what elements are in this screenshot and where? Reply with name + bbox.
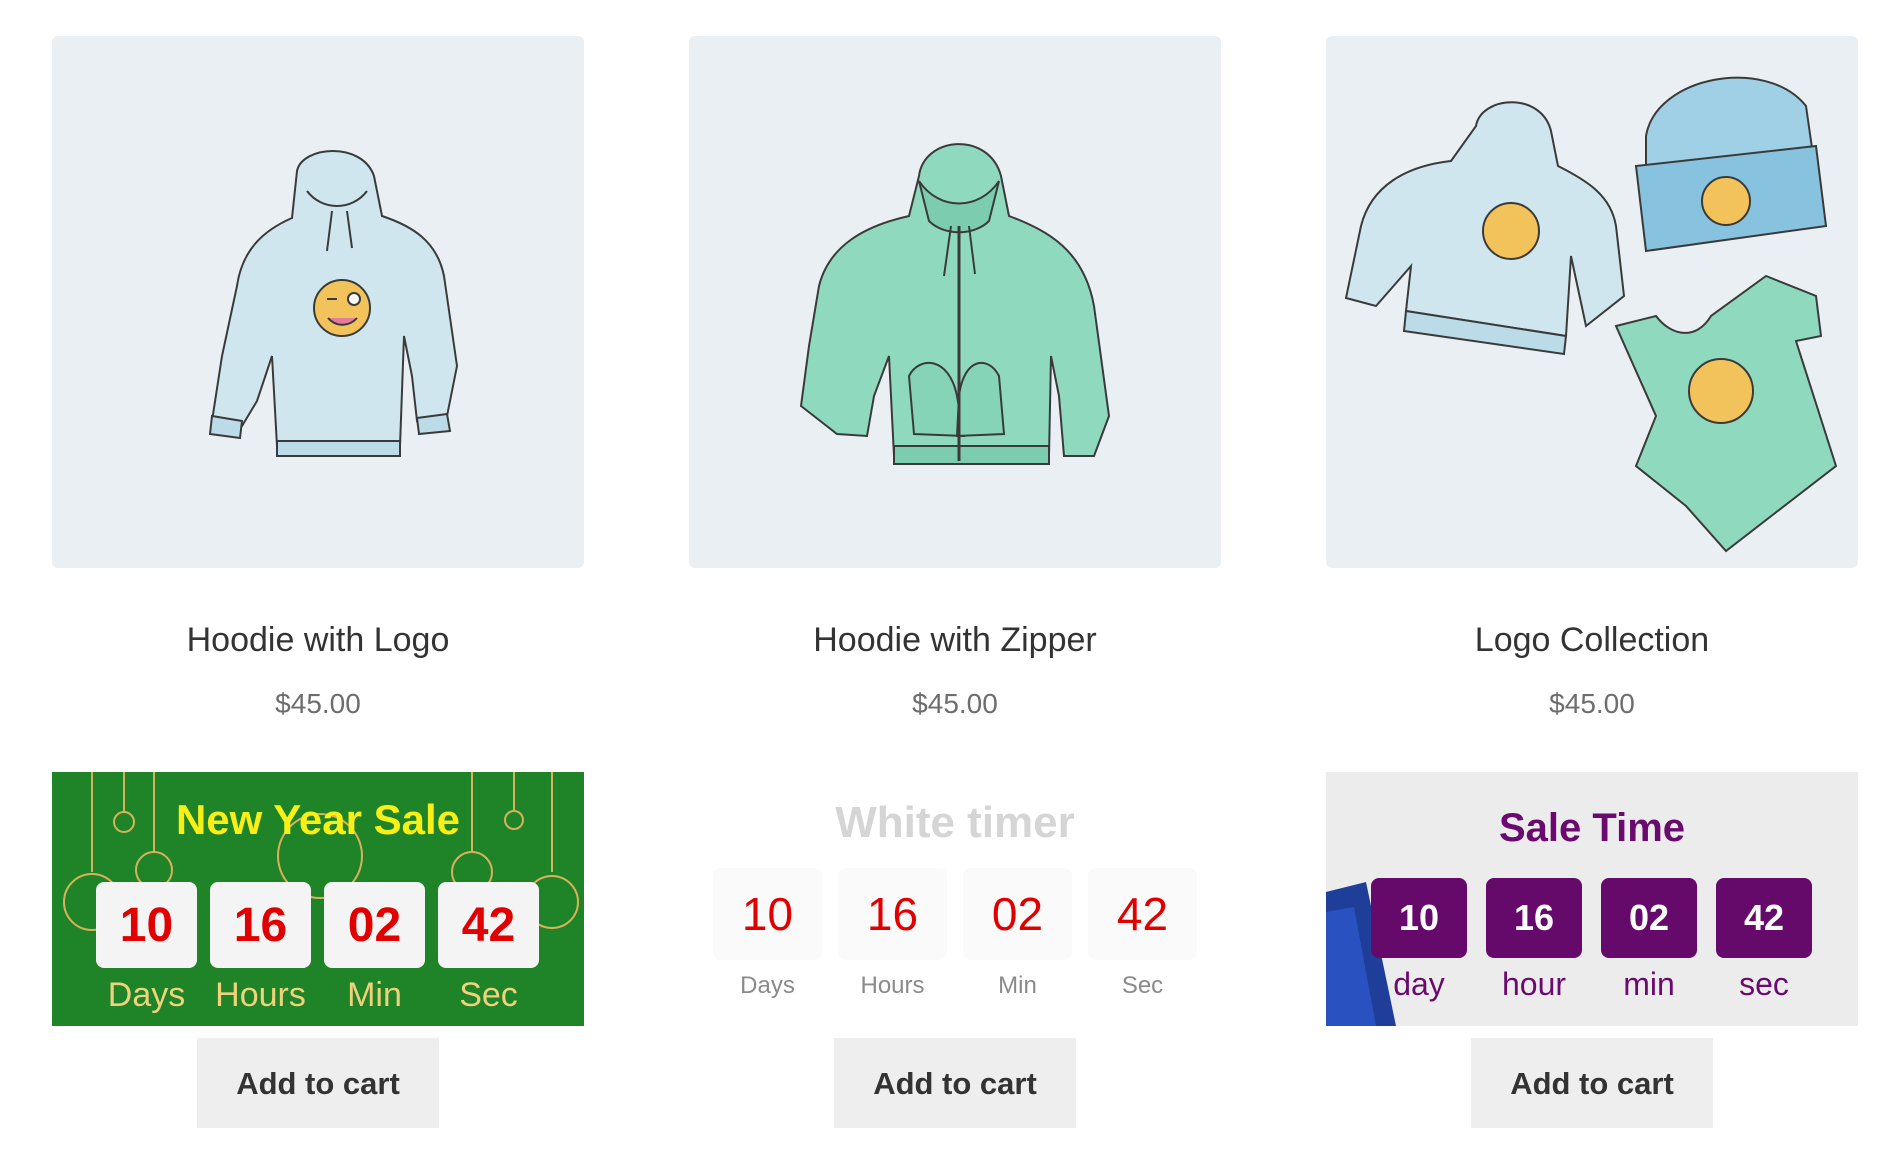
- timer-seconds-label: Sec: [1121, 972, 1164, 999]
- timer-minutes-value: 02: [1601, 878, 1697, 958]
- timer-hours-label: hour: [1501, 966, 1567, 1002]
- timer-days-value: 10: [96, 882, 197, 968]
- add-to-cart-button[interactable]: Add to cart: [197, 1038, 439, 1128]
- timer-seconds-value: 42: [438, 882, 539, 968]
- product-card: Hoodie with Logo $45.00 New Year Sale 10…: [52, 36, 584, 1128]
- countdown-timer: White timer 10 16 02 42 Days Hours Min S…: [689, 772, 1221, 1026]
- timer-seconds-label: Sec: [459, 976, 518, 1014]
- timer-heading: Sale Time: [1498, 806, 1686, 850]
- timer-minutes-label: min: [1623, 966, 1675, 1002]
- product-price: $45.00: [275, 688, 361, 719]
- countdown-timer: Sale Time 10 16 02 42 day hour min sec: [1326, 772, 1858, 1026]
- timer-minutes-label: Min: [347, 976, 402, 1014]
- timer-panel: Sale Time 10 16 02 42 day hour min sec: [1326, 772, 1858, 1026]
- timer-days-label: day: [1393, 966, 1445, 1002]
- timer-minutes-value: 02: [963, 868, 1072, 960]
- product-price: $45.00: [912, 688, 998, 719]
- logo-collection-image: [1344, 76, 1838, 553]
- timer-minutes-value: 02: [324, 882, 425, 968]
- timer-hours-label: Hours: [215, 976, 306, 1014]
- product-card: Hoodie with Zipper $45.00 White timer 10…: [689, 36, 1221, 1128]
- product-image[interactable]: [689, 36, 1221, 568]
- timer-minutes-label: Min: [998, 972, 1037, 999]
- timer-panel: New Year Sale 10 16 02 42 Days Hours Min…: [52, 772, 584, 1026]
- hoodie-logo-image: [208, 150, 459, 457]
- product-title[interactable]: Hoodie with Logo: [52, 616, 584, 664]
- timer-hours-value: 16: [1486, 878, 1582, 958]
- timer-days-label: Days: [107, 976, 186, 1014]
- timer-days-label: Days: [740, 972, 795, 999]
- timer-panel: White timer 10 16 02 42 Days Hours Min S…: [689, 772, 1221, 1026]
- product-image[interactable]: [52, 36, 584, 568]
- timer-hours-value: 16: [210, 882, 311, 968]
- product-title[interactable]: Logo Collection: [1326, 616, 1858, 664]
- countdown-timer: New Year Sale 10 16 02 42 Days Hours Min…: [52, 772, 584, 1026]
- add-to-cart-button[interactable]: Add to cart: [1471, 1038, 1713, 1128]
- add-to-cart-button[interactable]: Add to cart: [834, 1038, 1076, 1128]
- timer-seconds-value: 42: [1088, 868, 1197, 960]
- product-image[interactable]: [1326, 36, 1858, 568]
- hoodie-zipper-image: [799, 143, 1111, 465]
- product-card: Logo Collection $45.00 Sale Time 10 16 0…: [1326, 36, 1858, 1128]
- timer-hours-label: Hours: [860, 972, 925, 999]
- timer-days-value: 10: [1371, 878, 1467, 958]
- timer-hours-value: 16: [838, 868, 947, 960]
- timer-days-value: 10: [713, 868, 822, 960]
- product-title[interactable]: Hoodie with Zipper: [689, 616, 1221, 664]
- timer-heading: New Year Sale: [175, 796, 461, 843]
- timer-seconds-value: 42: [1716, 878, 1812, 958]
- product-price: $45.00: [1549, 688, 1635, 719]
- timer-heading: White timer: [835, 798, 1075, 847]
- timer-seconds-label: sec: [1739, 966, 1789, 1002]
